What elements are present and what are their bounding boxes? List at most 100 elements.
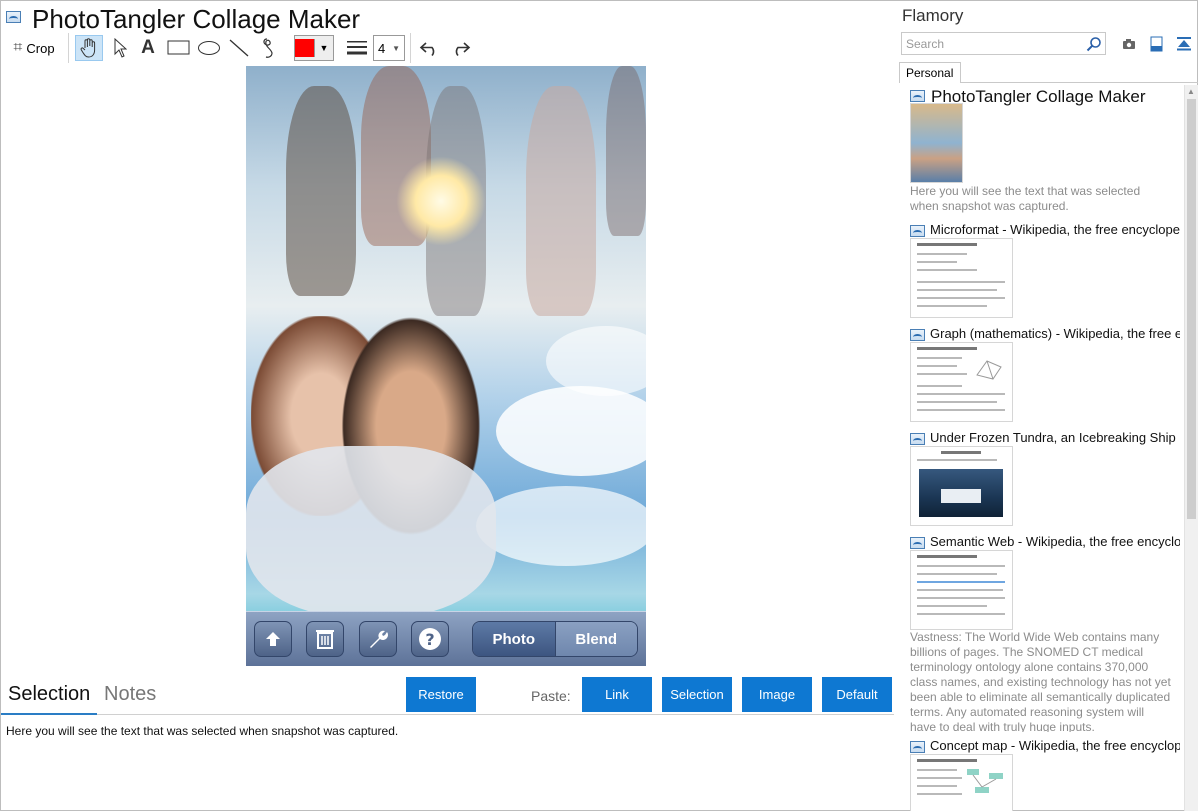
tab-selection[interactable]: Selection [8, 683, 90, 706]
trash-button[interactable] [306, 621, 344, 657]
camera-button[interactable] [1120, 35, 1138, 53]
scrollbar-thumb[interactable] [1187, 99, 1196, 519]
dancer-figure [526, 86, 596, 316]
list-item-desc: Here you will see the text that was sele… [910, 184, 1141, 213]
settings-button[interactable] [359, 621, 397, 657]
line-width-value: 4 [378, 40, 386, 56]
page-icon [910, 225, 925, 237]
snapshot-image: ? Photo Blend [246, 66, 646, 666]
help-button[interactable]: ? [411, 621, 449, 657]
collapse-up-icon [1177, 37, 1191, 51]
page-icon [910, 90, 925, 102]
dancer-figure [286, 86, 356, 296]
page-button[interactable] [1147, 35, 1165, 53]
app-bottom-bar: ? Photo Blend [246, 611, 646, 666]
redo-button[interactable] [448, 35, 472, 61]
page-icon [910, 329, 925, 341]
paste-link-button[interactable]: Link [582, 677, 652, 712]
rectangle-icon [167, 40, 190, 55]
list-item-thumbnail[interactable] [910, 103, 963, 183]
stroke-color-picker[interactable]: ▼ [294, 35, 334, 61]
collapse-button[interactable] [1175, 35, 1193, 53]
search-icon[interactable] [1086, 36, 1102, 52]
search-placeholder: Search [906, 37, 945, 51]
tab-divider [961, 82, 1198, 83]
crop-icon: ⌗ [13, 39, 23, 56]
paste-selection-button[interactable]: Selection [662, 677, 732, 712]
select-tool[interactable] [109, 35, 131, 61]
toolbar: ⌗ Crop A ▼ 4 ▼ [1, 33, 894, 63]
search-input[interactable]: Search [901, 32, 1106, 55]
notes-tabs: Selection Notes Restore Paste: Link Sele… [1, 677, 894, 715]
chevron-down-icon: ▼ [319, 43, 329, 53]
dancer-figure [606, 66, 646, 236]
list-item-thumbnail[interactable] [910, 446, 1013, 526]
title-bar: PhotoTangler Collage Maker [1, 1, 894, 35]
redo-icon [455, 42, 471, 57]
page-icon [910, 433, 925, 445]
list-item-thumbnail[interactable] [910, 238, 1013, 318]
flamory-sidebar: Flamory Search Personal PhotoTangler Col… [894, 1, 1198, 811]
list-item-desc: Vastness: The World Wide Web contains ma… [910, 630, 1171, 732]
list-item-thumbnail[interactable] [910, 754, 1013, 811]
ellipse-icon [198, 41, 220, 55]
toolbar-divider [410, 33, 411, 63]
list-item-title[interactable]: PhotoTangler Collage Maker [931, 87, 1181, 107]
tab-notes[interactable]: Notes [104, 683, 156, 706]
line-width-select[interactable]: 4 ▼ [373, 35, 405, 61]
sidebar-title: Flamory [902, 6, 964, 25]
page-icon [910, 741, 925, 753]
cloud [496, 386, 646, 476]
trash-icon [316, 630, 334, 649]
ellipse-tool[interactable] [196, 35, 222, 61]
sun [396, 156, 486, 246]
line-width-icon [345, 35, 369, 61]
text-tool[interactable]: A [138, 35, 158, 61]
line-tool[interactable] [227, 35, 251, 61]
restore-button[interactable]: Restore [406, 677, 476, 712]
undo-button[interactable] [418, 35, 442, 61]
cloud [476, 486, 646, 566]
upload-icon [266, 632, 280, 646]
paste-default-button[interactable]: Default [822, 677, 892, 712]
list-item-thumbnail[interactable] [910, 342, 1013, 422]
list-item-title[interactable]: Under Frozen Tundra, an Icebreaking Ship… [930, 430, 1180, 445]
cloud [546, 326, 646, 396]
app-window: PhotoTangler Collage Maker ⌗ Crop A ▼ 4 … [0, 0, 1198, 811]
lasso-icon [263, 38, 273, 58]
snapshot-list: PhotoTangler Collage Maker Here you will… [894, 85, 1184, 811]
hand-tool[interactable] [75, 35, 103, 61]
document-icon [1150, 36, 1162, 52]
line-weight-icon [347, 41, 367, 55]
graph-diagram [976, 360, 1002, 380]
color-swatch [295, 39, 315, 57]
toolbar-divider [68, 33, 69, 63]
crop-label: Crop [26, 40, 55, 56]
chevron-down-icon: ▼ [392, 43, 400, 53]
list-item-title[interactable]: Semantic Web - Wikipedia, the free encyc… [930, 534, 1180, 549]
paste-image-button[interactable]: Image [742, 677, 812, 712]
lasso-tool[interactable] [258, 35, 280, 61]
concept-map-diagram [967, 769, 1003, 793]
list-item-title[interactable]: Concept map - Wikipedia, the free encycl… [930, 738, 1180, 753]
svg-text:?: ? [425, 630, 434, 649]
ship-photo [919, 469, 1003, 517]
list-item-title[interactable]: Graph (mathematics) - Wikipedia, the fre… [930, 326, 1180, 341]
blend-segment[interactable]: Blend [555, 622, 637, 656]
paste-label: Paste: [531, 688, 571, 704]
active-tab-indicator [1, 713, 97, 715]
page-title: PhotoTangler Collage Maker [32, 4, 361, 34]
upload-button[interactable] [254, 621, 292, 657]
selection-text[interactable]: Here you will see the text that was sele… [6, 724, 398, 738]
list-item-title[interactable]: Microformat - Wikipedia, the free encycl… [930, 222, 1180, 237]
scroll-up-icon[interactable]: ▲ [1187, 87, 1195, 96]
pointer-icon [114, 38, 127, 58]
tab-personal[interactable]: Personal [899, 62, 961, 83]
rectangle-tool[interactable] [166, 35, 192, 61]
camera-icon [1123, 39, 1135, 49]
sidebar-scrollbar[interactable]: ▲ [1184, 85, 1198, 811]
page-icon [6, 11, 21, 23]
crop-button[interactable]: ⌗ Crop [7, 35, 61, 61]
photo-segment[interactable]: Photo [473, 622, 556, 656]
list-item-thumbnail[interactable] [910, 550, 1013, 630]
